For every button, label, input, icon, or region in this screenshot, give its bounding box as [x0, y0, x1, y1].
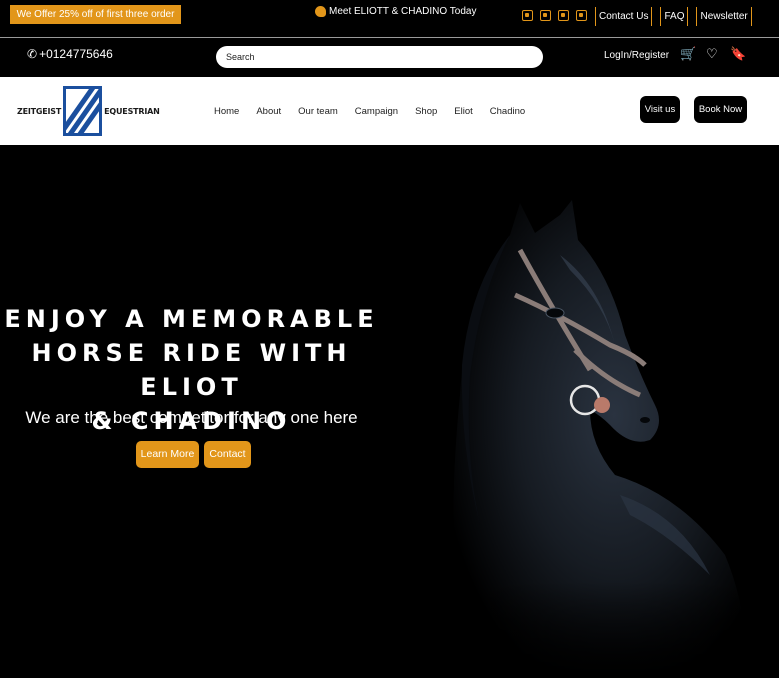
- nav-item-about[interactable]: About: [256, 106, 281, 117]
- logo-text-right: EQUESTRIAN: [104, 106, 160, 116]
- logo-text-left: ZEITGEIST: [17, 106, 62, 116]
- instagram-icon[interactable]: [558, 10, 569, 21]
- search-input[interactable]: [216, 46, 543, 68]
- nav-item-campaign[interactable]: Campaign: [355, 106, 398, 117]
- contact-button[interactable]: Contact: [204, 441, 251, 468]
- facebook-icon[interactable]: [522, 10, 533, 21]
- nav-item-chadino[interactable]: Chadino: [490, 106, 525, 117]
- newsletter-link[interactable]: Newsletter: [696, 7, 752, 26]
- announcement: Meet ELIOTT & CHADINO Today: [315, 6, 476, 17]
- learn-more-button[interactable]: Learn More: [136, 441, 199, 468]
- visit-us-button[interactable]: Visit us: [640, 96, 680, 123]
- cart-icon[interactable]: 🛒: [680, 46, 696, 62]
- linkedin-icon[interactable]: [576, 10, 587, 21]
- nav-item-shop[interactable]: Shop: [415, 106, 437, 117]
- faq-link[interactable]: FAQ: [660, 7, 689, 26]
- hero-headline-line: ENJOY A MEMORABLE: [4, 305, 379, 333]
- nav-menu: Home About Our team Campaign Shop Eliot …: [214, 106, 525, 117]
- phone-icon: ✆: [27, 47, 38, 61]
- heart-icon[interactable]: ♡: [706, 46, 718, 62]
- bookmark-icon[interactable]: 🔖: [730, 46, 746, 62]
- twitter-icon[interactable]: [540, 10, 551, 21]
- top-bar: We Offer 25% off of first three order Me…: [0, 0, 779, 38]
- hero-section: ENJOY A MEMORABLE HORSE RIDE WITH ELIOT …: [0, 145, 779, 678]
- horse-image: [440, 195, 760, 678]
- main-nav: ZEITGEIST EQUESTRIAN Home About Our team…: [0, 77, 779, 145]
- phone-contact[interactable]: ✆ +0124775646: [27, 47, 113, 61]
- logo[interactable]: ZEITGEIST EQUESTRIAN: [17, 86, 160, 136]
- nav-item-our-team[interactable]: Our team: [298, 106, 338, 117]
- offer-banner[interactable]: We Offer 25% off of first three order: [10, 5, 181, 24]
- nav-item-home[interactable]: Home: [214, 106, 239, 117]
- contact-us-link[interactable]: Contact Us: [595, 7, 653, 26]
- announcement-text: Meet ELIOTT & CHADINO Today: [329, 6, 477, 17]
- social-links: [522, 10, 587, 21]
- hero-subheading: We are the best competitor for any one h…: [25, 408, 358, 427]
- phone-number: +0124775646: [39, 47, 113, 61]
- hero-headline-line: HORSE RIDE WITH ELIOT: [31, 339, 352, 401]
- nav-item-eliot[interactable]: Eliot: [454, 106, 472, 117]
- login-register-link[interactable]: LogIn/Register: [604, 50, 669, 61]
- top-links: Contact Us FAQ Newsletter: [595, 7, 755, 26]
- book-now-button[interactable]: Book Now: [694, 96, 747, 123]
- horse-head-icon: [315, 6, 326, 17]
- logo-mark-icon: [63, 86, 103, 136]
